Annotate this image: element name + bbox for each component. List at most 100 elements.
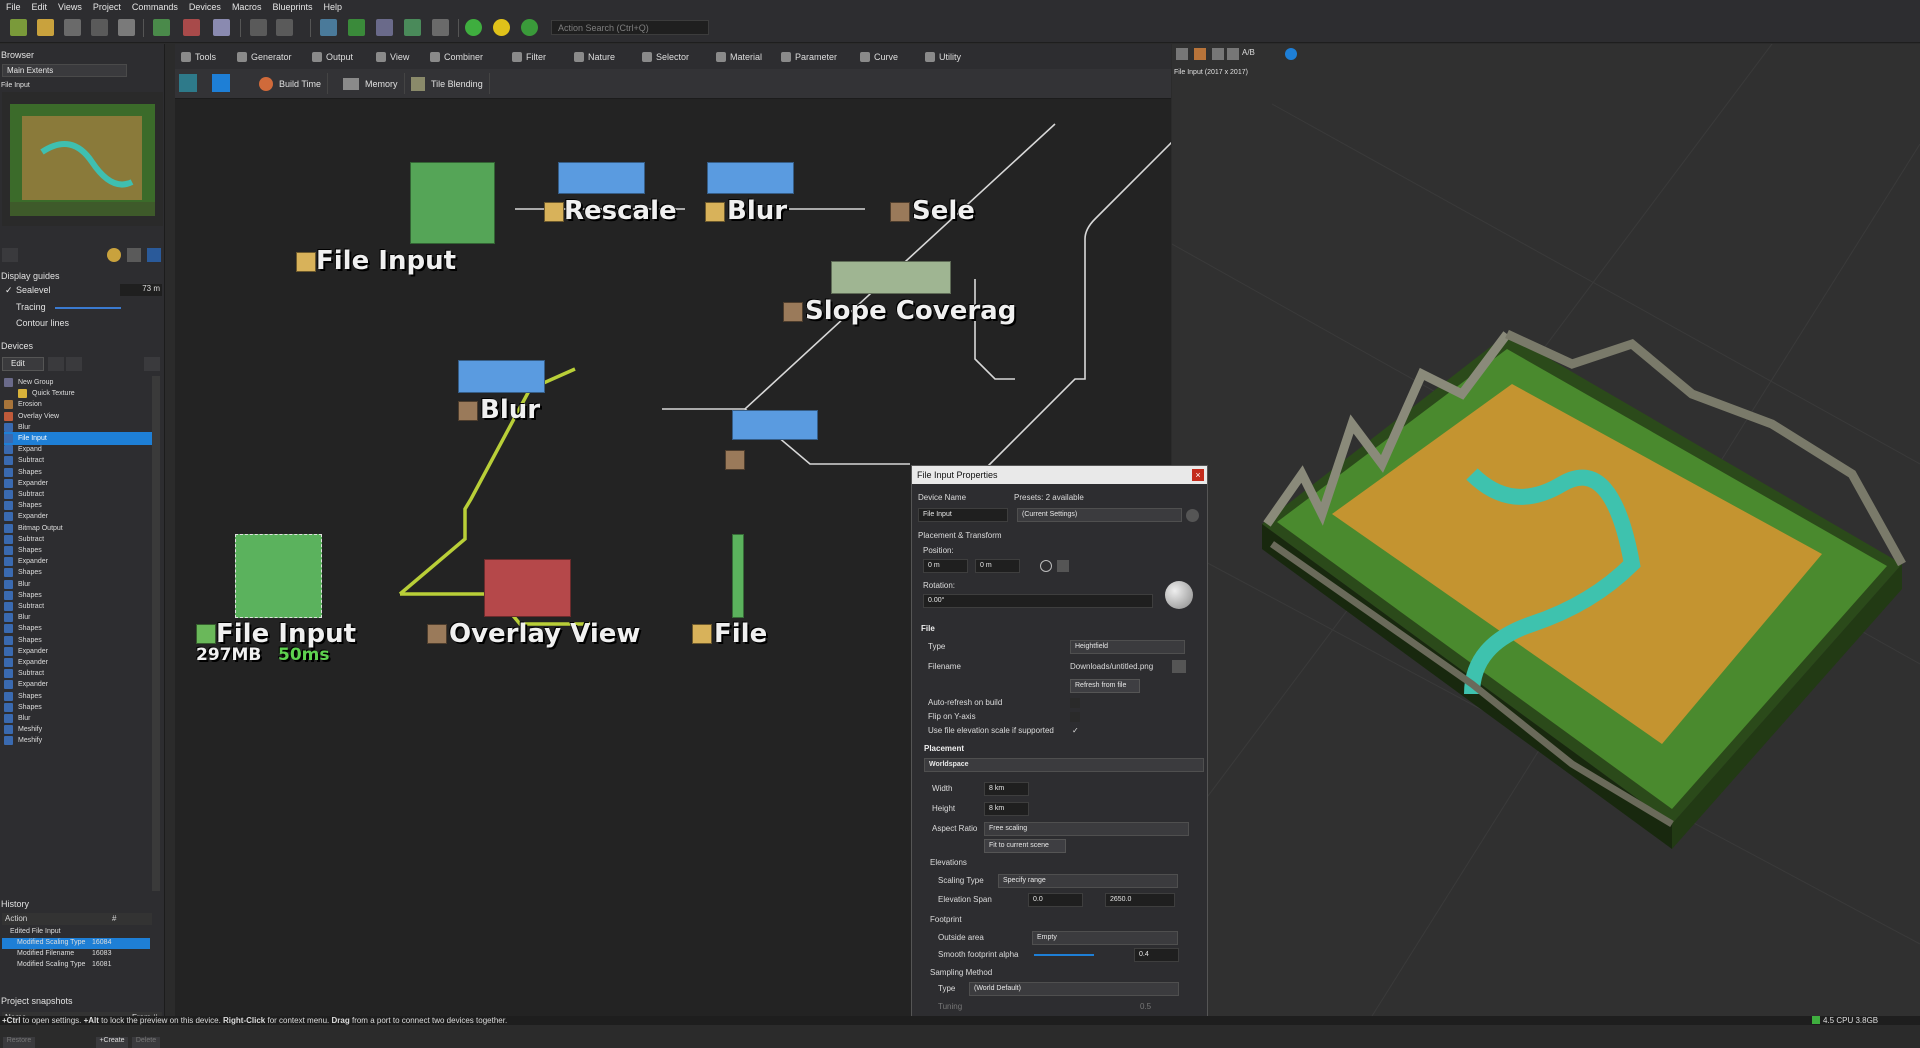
use-elev-checkbox[interactable]: ✓ (1072, 726, 1079, 735)
menu-edit[interactable]: Edit (32, 2, 48, 12)
smooth-input[interactable]: 0.4 (1134, 948, 1179, 962)
blueprint-icon[interactable] (213, 19, 230, 36)
sealevel-check[interactable]: ✓ (5, 285, 13, 296)
output-icon[interactable] (432, 19, 449, 36)
filename-value[interactable]: Downloads/untitled.png (1070, 662, 1153, 671)
render-mode-icon[interactable] (127, 248, 141, 262)
blur-node-mid[interactable] (458, 360, 545, 393)
sealevel-field[interactable]: 73 m (120, 284, 162, 296)
position-x-input[interactable]: 0 m (923, 559, 968, 573)
save-icon[interactable] (91, 19, 108, 36)
yellow-build-icon[interactable] (493, 19, 510, 36)
extent-select[interactable]: Main Extents (2, 64, 127, 77)
layout-grid-icon[interactable] (276, 19, 293, 36)
more-icon[interactable] (66, 357, 82, 371)
rescale-node[interactable] (558, 162, 645, 194)
lock-icon[interactable] (144, 357, 160, 371)
terrain-icon[interactable] (320, 19, 337, 36)
tracing-slider[interactable] (55, 307, 121, 309)
menu-project[interactable]: Project (93, 2, 121, 12)
menu-views[interactable]: Views (58, 2, 82, 12)
blur-node-top[interactable] (707, 162, 794, 194)
grid-green-icon[interactable] (348, 19, 365, 36)
placement-select[interactable]: Worldspace (924, 758, 1204, 772)
outside-select[interactable]: Empty (1032, 931, 1178, 945)
aspect-select[interactable]: Free scaling (984, 822, 1189, 836)
file-input-node-selected[interactable] (235, 534, 322, 618)
restore-button[interactable]: Restore (3, 1037, 35, 1048)
span-max-input[interactable]: 2650.0 (1105, 893, 1175, 907)
history-row[interactable]: Edited File Input (2, 927, 150, 938)
history-row[interactable]: Modified Scaling Type 16084 (2, 938, 150, 949)
menu-macros[interactable]: Macros (232, 2, 262, 12)
create-button[interactable]: +Create (96, 1037, 128, 1048)
edit-button[interactable]: Edit (2, 357, 44, 371)
tab-utility[interactable]: Utility (925, 49, 961, 64)
script-icon[interactable] (183, 19, 200, 36)
menu-blueprints[interactable]: Blueprints (272, 2, 312, 12)
menu-help[interactable]: Help (323, 2, 342, 12)
fit-button[interactable]: Fit to current scene (984, 839, 1066, 853)
device-scrollbar[interactable] (152, 376, 160, 891)
tab-generator[interactable]: Generator (237, 49, 292, 64)
slope-coverage-node[interactable] (831, 261, 951, 294)
smooth-slider[interactable] (1034, 954, 1094, 956)
tab-material[interactable]: Material (716, 49, 762, 64)
tab-tools[interactable]: Tools (181, 49, 216, 64)
build-time-button[interactable]: Build Time (253, 73, 329, 94)
gear-icon[interactable] (1186, 509, 1199, 522)
list-mode-icon[interactable] (147, 248, 161, 262)
auto-build-icon[interactable] (521, 19, 538, 36)
span-min-input[interactable]: 0.0 (1028, 893, 1083, 907)
export-icon[interactable] (118, 19, 135, 36)
rotation-dial[interactable] (1165, 581, 1193, 609)
overlay-view-node[interactable] (484, 559, 571, 617)
partial-blue-node[interactable] (732, 410, 818, 440)
delete-button[interactable]: Delete (132, 1037, 160, 1048)
file-partial-node[interactable] (732, 534, 744, 618)
tab-filter[interactable]: Filter (512, 49, 546, 64)
terrain-thumbnail[interactable] (2, 92, 163, 226)
menu-devices[interactable]: Devices (189, 2, 221, 12)
save-graph-icon[interactable] (179, 74, 197, 92)
list-icon[interactable] (48, 357, 64, 371)
device-name-input[interactable]: File Input (918, 508, 1008, 522)
type-select[interactable]: Heightfield (1070, 640, 1185, 654)
camera-icon[interactable] (376, 19, 393, 36)
add-device-icon[interactable] (212, 74, 230, 92)
tile-blending-button[interactable]: Tile Blending (405, 73, 490, 94)
device-item[interactable]: Meshify (4, 734, 152, 747)
action-search-input[interactable]: Action Search (Ctrl+Q) (551, 20, 709, 35)
tab-combiner[interactable]: Combiner (430, 49, 483, 64)
green-build-icon[interactable] (465, 19, 482, 36)
tab-nature[interactable]: Nature (574, 49, 615, 64)
viewport-3d[interactable]: A/B File Input (2017 x 2017) (1172, 44, 1920, 1016)
sun-icon[interactable] (107, 248, 121, 262)
presets-select[interactable]: (Current Settings) (1017, 508, 1182, 522)
history-row[interactable]: Modified Filename 16083 (2, 949, 150, 960)
history-row[interactable]: Modified Scaling Type 16081 (2, 960, 150, 971)
scaling-select[interactable]: Specify range (998, 874, 1178, 888)
tab-view[interactable]: View (376, 49, 409, 64)
menu-file[interactable]: File (6, 2, 21, 12)
width-input[interactable]: 8 km (984, 782, 1029, 796)
file-input-node-top[interactable] (410, 162, 495, 244)
tab-output[interactable]: Output (312, 49, 353, 64)
rotation-input[interactable]: 0.00° (923, 594, 1153, 608)
new-project-icon[interactable] (10, 19, 27, 36)
refresh-button[interactable]: Refresh from file (1070, 679, 1140, 693)
height-input[interactable]: 8 km (984, 802, 1029, 816)
close-icon[interactable]: × (1192, 469, 1204, 481)
tab-curve[interactable]: Curve (860, 49, 898, 64)
pick-icon[interactable] (1057, 560, 1069, 572)
tab-parameter[interactable]: Parameter (781, 49, 837, 64)
open-folder-icon[interactable] (37, 19, 54, 36)
tab-selector[interactable]: Selector (642, 49, 689, 64)
target-icon[interactable] (1040, 560, 1052, 572)
graph-icon[interactable] (153, 19, 170, 36)
auto-refresh-checkbox[interactable] (1070, 698, 1080, 708)
browse-folder-icon[interactable] (1172, 660, 1186, 673)
panel-icon[interactable] (250, 19, 267, 36)
menu-commands[interactable]: Commands (132, 2, 178, 12)
help-icon[interactable] (64, 19, 81, 36)
